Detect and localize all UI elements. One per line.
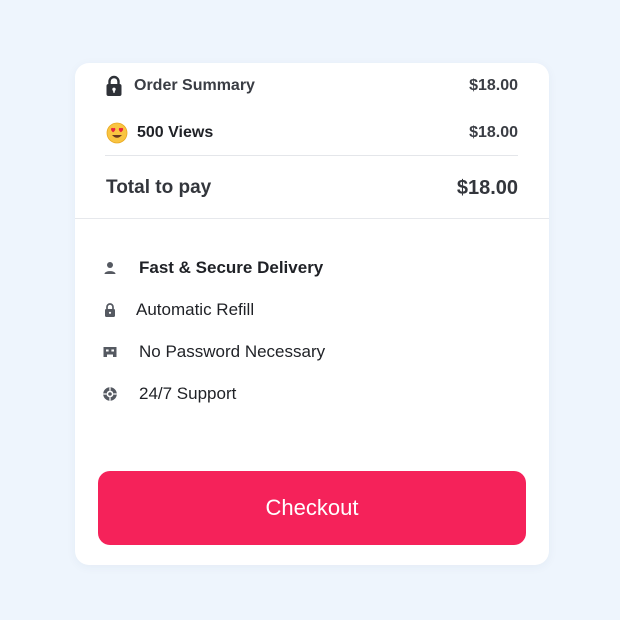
line-item-left: 500 Views <box>105 122 213 144</box>
section-divider <box>75 218 549 219</box>
feature-label: Fast & Secure Delivery <box>139 258 324 277</box>
checkout-button[interactable]: Checkout <box>98 471 526 545</box>
order-summary-card: Order Summary $18.00 500 Views $18.00 To… <box>75 63 549 565</box>
feature-item-no-password: No Password Necessary <box>102 340 325 364</box>
line-item-row: 500 Views $18.00 <box>105 120 518 146</box>
line-item-label: 500 Views <box>137 124 214 141</box>
order-summary-left: Order Summary <box>105 75 255 97</box>
total-row: Total to pay $18.00 <box>105 173 518 203</box>
total-label: Total to pay <box>106 177 212 198</box>
feature-label: 24/7 Support <box>139 384 237 403</box>
divider <box>105 155 518 156</box>
feature-item-fast-delivery: Fast & Secure Delivery <box>102 256 323 280</box>
order-summary-label: Order Summary <box>134 77 255 94</box>
lock-icon <box>102 302 118 318</box>
order-summary-price: $18.00 <box>469 77 518 94</box>
heart-eyes-emoji-icon <box>106 122 128 144</box>
feature-label: Automatic Refill <box>136 300 255 319</box>
feature-item-support: 24/7 Support <box>102 382 236 406</box>
feature-label: No Password Necessary <box>139 342 326 361</box>
support-icon <box>102 386 118 402</box>
line-item-price: $18.00 <box>469 124 518 141</box>
order-summary-row: Order Summary $18.00 <box>105 73 518 99</box>
mask-icon <box>102 344 118 360</box>
lock-icon <box>105 75 123 97</box>
person-icon <box>102 260 118 276</box>
total-value: $18.00 <box>456 176 518 199</box>
feature-item-auto-refill: Automatic Refill <box>102 298 254 322</box>
